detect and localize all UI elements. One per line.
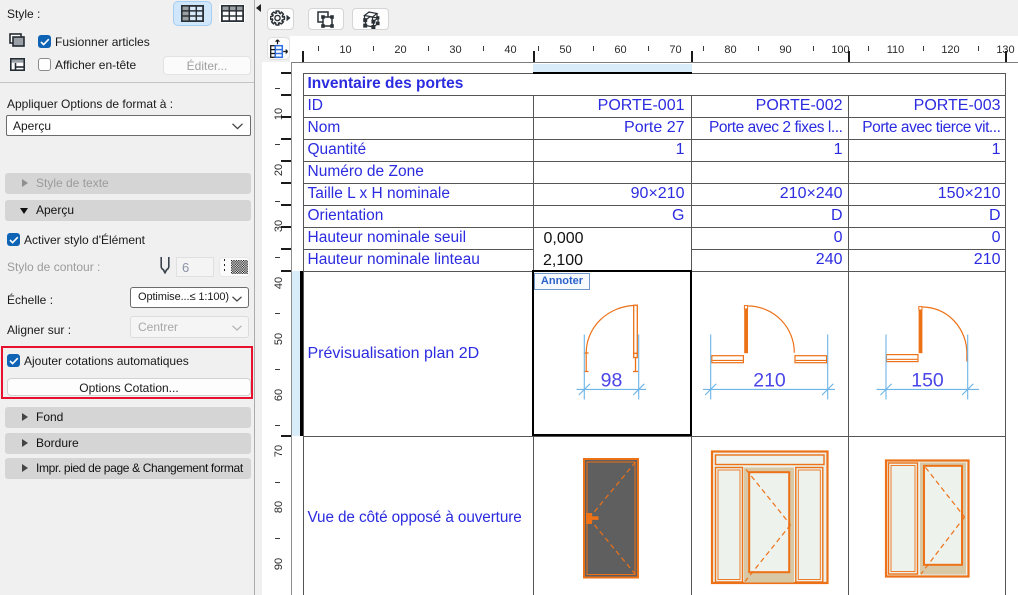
svg-text:210: 210: [753, 370, 786, 392]
svg-text:98: 98: [601, 370, 623, 392]
svg-text:150: 150: [911, 370, 944, 392]
